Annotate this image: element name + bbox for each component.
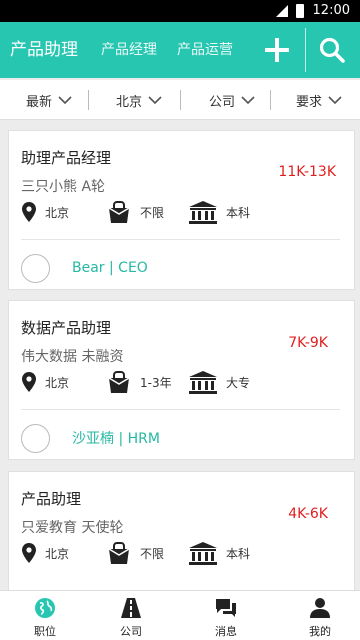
recruiter-name: 沙亚楠 | HRM [72,431,160,447]
filter-company[interactable]: 公司 [209,80,255,120]
experience-text: 不限 [140,546,165,561]
status-time: 12:00 [312,3,350,18]
salary: 7K-9K [288,335,328,351]
recruiter-contact[interactable]: 沙亚楠 | HRM [21,423,160,453]
meta-education: 本科 [188,540,250,566]
filter-divider [180,90,181,110]
location-pin-icon [22,372,36,392]
filter-label: 要求 [296,94,323,110]
nav-label: 我的 [309,625,331,638]
globe-icon [35,598,55,618]
tab-product-assistant[interactable]: 产品助理 [10,22,78,78]
filter-bar: 最新 北京 公司 要求 [0,80,360,120]
meta-experience: 不限 [106,540,164,566]
app-bar: 产品助理 产品经理 产品运营 [0,22,360,78]
recruiter-name: Bear | CEO [72,260,148,276]
location-text: 北京 [45,375,70,390]
chevron-down-icon [58,95,72,104]
education-text: 大专 [226,375,251,390]
filter-label: 北京 [116,94,143,110]
location-pin-icon [22,202,36,222]
nav-messages[interactable]: 消息 [181,591,271,640]
meta-experience: 不限 [106,199,164,225]
salary: 4K-6K [288,506,328,522]
meta-location: 北京 [21,540,69,566]
tab-product-operations[interactable]: 产品运营 [177,22,233,78]
filter-latest[interactable]: 最新 [26,80,72,120]
filter-label: 最新 [26,94,53,110]
job-card[interactable]: 数据产品助理 伟大数据 未融资 7K-9K 北京 1-3年 大专 沙亚楠 | H… [8,300,355,460]
chevron-down-icon [148,95,162,104]
nav-jobs[interactable]: 职位 [0,591,90,640]
job-meta: 北京 1-3年 大专 [21,369,341,395]
battery-icon [296,4,304,18]
filter-requirements[interactable]: 要求 [296,80,342,120]
meta-education: 大专 [188,369,250,395]
chevron-down-icon [241,95,255,104]
status-bar: 12:00 [0,0,360,22]
company-info: 只爱教育 天使轮 [21,520,124,536]
filter-city[interactable]: 北京 [116,80,162,120]
nav-label: 职位 [34,625,56,638]
nav-companies[interactable]: 公司 [86,591,176,640]
job-title: 产品助理 [21,490,82,508]
job-card[interactable]: 产品助理 只爱教育 天使轮 4K-6K 北京 不限 本科 [8,471,355,596]
meta-location: 北京 [21,199,69,225]
signal-icon [276,5,288,17]
nav-label: 公司 [120,625,142,638]
salary: 11K-13K [278,164,336,180]
road-icon [121,598,141,618]
bottom-nav: 职位 公司 消息 我的 [0,590,360,640]
experience-text: 不限 [140,205,165,220]
location-pin-icon [22,543,36,563]
chat-icon [216,599,236,617]
company-info: 伟大数据 未融资 [21,349,124,365]
meta-location: 北京 [21,369,69,395]
meta-education: 本科 [188,199,250,225]
avatar [21,423,50,453]
nav-profile[interactable]: 我的 [275,591,360,640]
location-text: 北京 [45,205,70,220]
briefcase-icon [108,371,130,393]
location-text: 北京 [45,546,70,561]
job-card[interactable]: 助理产品经理 三只小熊 A轮 11K-13K 北京 不限 本科 Bear | C… [8,130,355,290]
education-text: 本科 [226,546,251,561]
briefcase-icon [108,542,130,564]
search-icon[interactable] [318,36,346,64]
institution-icon [189,201,217,224]
meta-experience: 1-3年 [106,369,172,395]
recruiter-contact[interactable]: Bear | CEO [21,253,148,283]
tab-product-manager[interactable]: 产品经理 [101,22,157,78]
nav-label: 消息 [215,625,237,638]
card-divider [21,239,340,240]
add-icon[interactable] [262,35,292,65]
company-info: 三只小熊 A轮 [21,179,106,195]
chevron-down-icon [328,95,342,104]
job-title: 数据产品助理 [21,319,112,337]
job-meta: 北京 不限 本科 [21,540,341,566]
institution-icon [189,542,217,565]
briefcase-icon [108,201,130,223]
institution-icon [189,371,217,394]
filter-divider [270,90,271,110]
filter-divider [88,90,89,110]
appbar-divider [305,28,306,72]
avatar [21,253,50,283]
job-meta: 北京 不限 本科 [21,199,341,225]
job-title: 助理产品经理 [21,149,112,167]
education-text: 本科 [226,205,251,220]
filter-label: 公司 [209,94,236,110]
experience-text: 1-3年 [140,375,172,390]
person-icon [310,598,330,618]
card-divider [21,409,340,410]
